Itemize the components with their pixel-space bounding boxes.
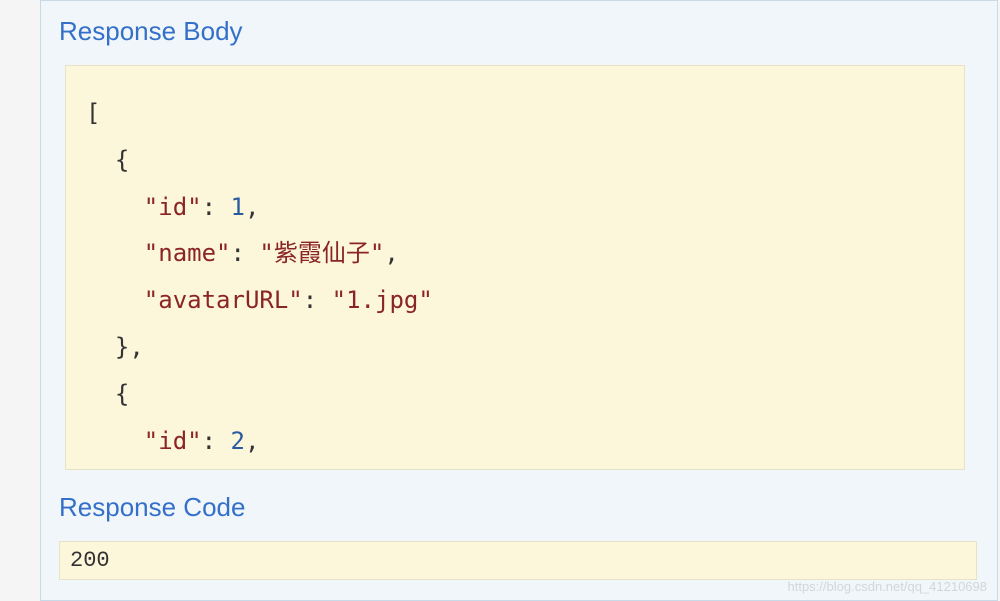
response-code-value: 200 [59,541,977,580]
response-code-title: Response Code [59,492,979,523]
response-panel: Response Body [ { "id": 1, "name": "紫霞仙子… [40,0,998,601]
json-value: 2 [231,427,245,455]
json-value: 紫霞仙子 [274,239,370,267]
response-body-content[interactable]: [ { "id": 1, "name": "紫霞仙子", "avatarURL"… [65,65,965,470]
response-body-title: Response Body [59,16,979,47]
json-value: 1 [231,193,245,221]
json-value: 1.jpg [346,286,418,314]
watermark-text: https://blog.csdn.net/qq_41210698 [788,579,988,594]
